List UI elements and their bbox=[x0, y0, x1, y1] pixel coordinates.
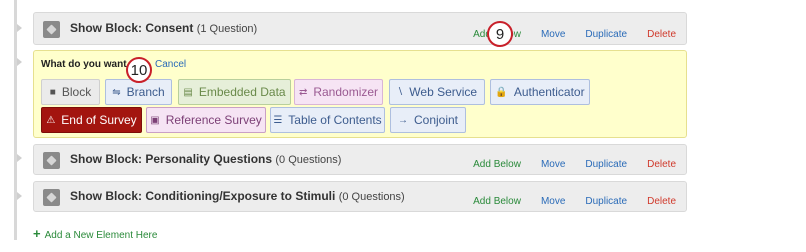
clipboard-icon: ▣ bbox=[150, 114, 160, 126]
duplicate-link[interactable]: Duplicate bbox=[585, 159, 627, 170]
flow-block-conditioning-exposure[interactable]: Show Block: Conditioning/Exposure to Sti… bbox=[33, 181, 687, 212]
option-label: Web Service bbox=[409, 85, 478, 99]
move-link[interactable]: Move bbox=[541, 159, 565, 170]
chooser-question: What do you want to bbox=[41, 59, 139, 70]
callout-badge-10: 10 bbox=[126, 57, 152, 83]
list-icon: ☰ bbox=[273, 114, 283, 126]
duplicate-link[interactable]: Duplicate bbox=[585, 196, 627, 207]
callout-badge-9: 9 bbox=[487, 21, 513, 47]
option-label: Table of Contents bbox=[288, 113, 382, 127]
block-cube-icon bbox=[43, 152, 60, 169]
block-title: Show Block: Conditioning/Exposure to Sti… bbox=[70, 189, 405, 203]
block-cube-icon bbox=[43, 189, 60, 206]
flow-arrow-icon bbox=[17, 24, 22, 32]
add-new-element-link[interactable]: + Add a New Element Here bbox=[33, 226, 157, 241]
delete-link[interactable]: Delete bbox=[647, 159, 676, 170]
block-actions: Add Below Move Duplicate Delete bbox=[453, 159, 676, 170]
branch-icon: ⇋ bbox=[112, 86, 121, 98]
block-question-count: (0 Questions) bbox=[275, 154, 342, 166]
option-table-of-contents-button[interactable]: ☰ Table of Contents bbox=[270, 107, 385, 133]
option-label: Randomizer bbox=[313, 85, 379, 99]
option-conjoint-button[interactable]: → Conjoint bbox=[390, 107, 466, 133]
add-new-element-label: Add a New Element Here bbox=[44, 230, 158, 241]
flow-arrow-icon bbox=[17, 58, 22, 66]
flow-connector-line bbox=[14, 0, 17, 240]
block-actions: Add Below Move Duplicate Delete bbox=[453, 196, 676, 207]
block-cube-icon bbox=[43, 21, 60, 38]
flow-block-consent[interactable]: Show Block: Consent (1 Question) Add Bel… bbox=[33, 12, 687, 45]
block-title-label: Show Block: Conditioning/Exposure to Sti… bbox=[70, 189, 336, 203]
add-below-link[interactable]: Add Below bbox=[473, 159, 521, 170]
block-question-count: (1 Question) bbox=[196, 23, 258, 35]
block-title-label: Show Block: Personality Questions bbox=[70, 152, 273, 166]
block-question-count: (0 Questions) bbox=[338, 191, 405, 203]
move-link[interactable]: Move bbox=[541, 29, 565, 40]
embedded-data-icon: ▤ bbox=[183, 86, 193, 98]
option-label: Authenticator bbox=[513, 85, 585, 99]
option-end-of-survey-button[interactable]: ⚠ End of Survey bbox=[41, 107, 142, 133]
cancel-link[interactable]: Cancel bbox=[155, 59, 186, 70]
option-block-button[interactable]: ■ Block bbox=[41, 79, 100, 105]
delete-link[interactable]: Delete bbox=[647, 196, 676, 207]
lock-icon: 🔒 bbox=[495, 86, 508, 98]
block-title: Show Block: Personality Questions (0 Que… bbox=[70, 152, 341, 166]
move-link[interactable]: Move bbox=[541, 196, 565, 207]
warning-icon: ⚠ bbox=[46, 114, 56, 126]
flow-block-personality-questions[interactable]: Show Block: Personality Questions (0 Que… bbox=[33, 144, 687, 175]
option-reference-survey-button[interactable]: ▣ Reference Survey bbox=[146, 107, 266, 133]
option-label: Embedded Data bbox=[198, 85, 286, 99]
plus-icon: + bbox=[33, 226, 41, 241]
cube-icon: ■ bbox=[49, 86, 56, 98]
option-label: Block bbox=[61, 85, 92, 99]
shuffle-icon: ⇄ bbox=[298, 86, 308, 98]
delete-link[interactable]: Delete bbox=[647, 29, 676, 40]
block-title: Show Block: Consent (1 Question) bbox=[70, 21, 257, 35]
option-randomizer-button[interactable]: ⇄ Randomizer bbox=[294, 79, 383, 105]
option-label: Conjoint bbox=[413, 113, 459, 127]
option-embedded-data-button[interactable]: ▤ Embedded Data bbox=[178, 79, 291, 105]
block-title-label: Show Block: Consent bbox=[70, 21, 194, 35]
option-web-service-button[interactable]: ∖ Web Service bbox=[389, 79, 485, 105]
option-label: Reference Survey bbox=[165, 113, 262, 127]
option-authenticator-button[interactable]: 🔒 Authenticator bbox=[490, 79, 590, 105]
arrows-icon: → bbox=[397, 114, 408, 126]
rss-icon: ∖ bbox=[396, 86, 404, 98]
duplicate-link[interactable]: Duplicate bbox=[585, 29, 627, 40]
flow-arrow-icon bbox=[17, 154, 22, 162]
option-label: End of Survey bbox=[61, 113, 137, 127]
add-below-link[interactable]: Add Below bbox=[473, 196, 521, 207]
flow-arrow-icon bbox=[17, 192, 22, 200]
option-label: Branch bbox=[126, 85, 165, 99]
